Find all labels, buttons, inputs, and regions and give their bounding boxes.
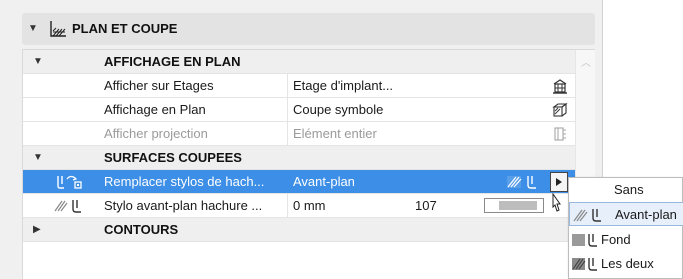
- section-header-plan-et-coupe[interactable]: ▼ PLAN ET COUPE: [22, 13, 595, 45]
- story-display-icon[interactable]: [551, 78, 569, 94]
- symbolic-cut-icon[interactable]: [551, 102, 569, 118]
- group-surfaces-coupees[interactable]: ▼ SURFACES COUPEES: [23, 146, 575, 170]
- pen-number[interactable]: 107: [415, 198, 437, 213]
- group-label: AFFICHAGE EN PLAN: [104, 54, 241, 69]
- row-value[interactable]: Etage d'implant...: [293, 78, 393, 93]
- settings-panel: ▼ PLAN ET COUPE ▼ AFFICHAGE EN PLAN Affi…: [0, 0, 603, 279]
- menu-item-label: Sans: [614, 182, 644, 197]
- menu-item-label: Fond: [601, 232, 631, 247]
- group-caret-icon[interactable]: ▼: [33, 152, 43, 163]
- group-label: SURFACES COUPEES: [104, 150, 242, 165]
- projection-icon: [554, 127, 566, 141]
- dropdown-arrow-icon: [556, 178, 562, 186]
- hatch-pen-icon: [573, 209, 601, 222]
- menu-item-label: Les deux: [601, 256, 654, 271]
- group-affichage-en-plan[interactable]: ▼ AFFICHAGE EN PLAN: [23, 50, 575, 74]
- row-value: Elément entier: [293, 126, 377, 141]
- row-label: Afficher sur Etages: [104, 78, 214, 93]
- hatch-pen-icon: [507, 176, 536, 189]
- menu-item-avant-plan[interactable]: Avant-plan: [569, 202, 683, 226]
- section-title: PLAN ET COUPE: [72, 21, 178, 36]
- row-label: Affichage en Plan: [104, 102, 206, 117]
- row-remplacer-stylos-hachures[interactable]: Remplacer stylos de hach... Avant-plan: [23, 170, 575, 194]
- properties-grid: ▼ AFFICHAGE EN PLAN Afficher sur Etages …: [22, 49, 595, 279]
- menu-item-les-deux[interactable]: Les deux: [569, 252, 683, 276]
- pen-color-swatch[interactable]: [484, 198, 544, 213]
- group-caret-icon[interactable]: ▶: [33, 224, 41, 235]
- plan-section-icon: [50, 21, 66, 37]
- row-afficher-projection: Afficher projection Elément entier: [23, 122, 575, 146]
- collapse-caret-icon[interactable]: ▼: [28, 23, 38, 34]
- dropdown-button[interactable]: [550, 172, 568, 192]
- row-label: Stylo avant-plan hachure ...: [104, 198, 263, 213]
- row-value[interactable]: 0 mm: [293, 198, 326, 213]
- menu-item-label: Avant-plan: [615, 207, 677, 222]
- row-affichage-en-plan[interactable]: Affichage en Plan Coupe symbole: [23, 98, 575, 122]
- group-contours[interactable]: ▶ CONTOURS: [23, 218, 575, 242]
- scroll-up-icon[interactable]: ︿: [581, 54, 591, 69]
- menu-item-sans[interactable]: Sans: [569, 178, 683, 202]
- row-value[interactable]: Avant-plan: [293, 174, 355, 189]
- group-label: CONTOURS: [104, 222, 179, 237]
- dropdown-popup-menu: Sans Avant-plan Fond Les deux: [568, 177, 683, 279]
- row-value[interactable]: Coupe symbole: [293, 102, 383, 117]
- pen-swatch-fill: [499, 201, 537, 210]
- hatch-pen-icon: [54, 200, 81, 213]
- row-label: Afficher projection: [104, 126, 208, 141]
- row-label: Remplacer stylos de hach...: [104, 174, 265, 189]
- menu-item-fond[interactable]: Fond: [569, 228, 683, 252]
- row-afficher-sur-etages[interactable]: Afficher sur Etages Etage d'implant...: [23, 74, 575, 98]
- row-stylo-avant-plan-hachure[interactable]: Stylo avant-plan hachure ... 0 mm 107: [23, 194, 575, 218]
- override-pen-icon: [57, 175, 82, 189]
- mouse-cursor-icon: [552, 193, 561, 212]
- group-caret-icon[interactable]: ▼: [33, 56, 43, 67]
